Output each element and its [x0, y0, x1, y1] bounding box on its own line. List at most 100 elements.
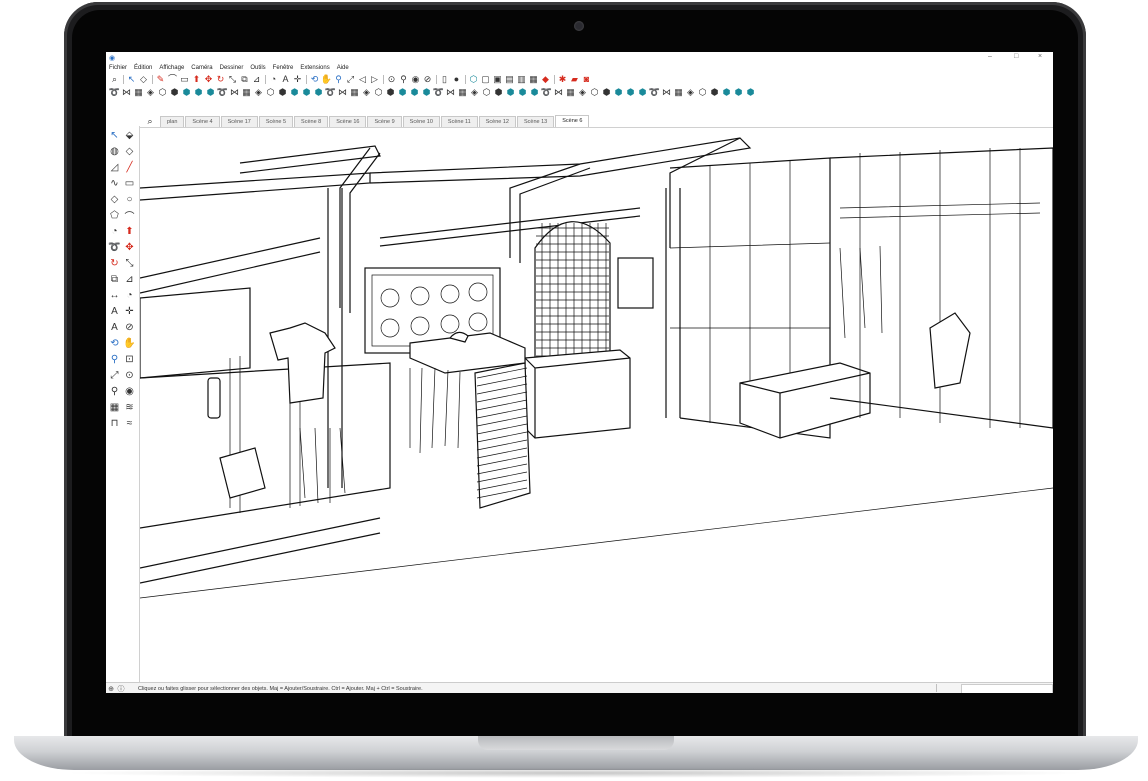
shaded-icon[interactable]: ⬢: [181, 87, 192, 98]
pencil-icon[interactable]: ✎: [155, 74, 166, 85]
hidden-line-icon[interactable]: ⬢: [385, 87, 396, 98]
textured-icon[interactable]: ⬢: [517, 87, 528, 98]
pie-icon[interactable]: ◔: [107, 223, 122, 239]
3d-text-icon[interactable]: A: [107, 319, 122, 335]
menu-aide[interactable]: Aide: [337, 65, 349, 71]
move-icon[interactable]: ✥: [122, 239, 137, 255]
offset-icon[interactable]: ⧉: [239, 74, 250, 85]
textured-icon[interactable]: ⬢: [193, 87, 204, 98]
back-icon[interactable]: ▥: [516, 74, 527, 85]
dimension-icon[interactable]: ↔: [107, 287, 122, 303]
menu-edition[interactable]: Édition: [134, 65, 152, 71]
right-icon[interactable]: ▤: [504, 74, 515, 85]
sandbox-icon[interactable]: ▦: [565, 87, 576, 98]
text-icon[interactable]: A: [280, 74, 291, 85]
intersect-icon[interactable]: ⋈: [661, 87, 672, 98]
menu-dessiner[interactable]: Dessiner: [220, 65, 244, 71]
search-icon[interactable]: ⌕: [140, 116, 160, 127]
follow-me-icon[interactable]: ➰: [541, 87, 552, 98]
xray-icon[interactable]: ◈: [577, 87, 588, 98]
component-icon[interactable]: ⬙: [122, 127, 137, 143]
follow-me-icon[interactable]: ➰: [433, 87, 444, 98]
wireframe-icon[interactable]: ⬡: [157, 87, 168, 98]
axes-icon[interactable]: ✛: [292, 74, 303, 85]
folder-icon[interactable]: ▰: [569, 74, 580, 85]
hidden-line-icon[interactable]: ⬢: [169, 87, 180, 98]
monochrome-icon[interactable]: ⬢: [205, 87, 216, 98]
pan-icon[interactable]: ✋: [321, 74, 332, 85]
hidden-line-icon[interactable]: ⬢: [493, 87, 504, 98]
follow-me-icon[interactable]: ➰: [325, 87, 336, 98]
camera-icon[interactable]: ◙: [581, 74, 592, 85]
orbit-icon[interactable]: ⟲: [107, 335, 122, 351]
orbit-icon[interactable]: ⟲: [309, 74, 320, 85]
eraser-icon[interactable]: ◇: [138, 74, 149, 85]
user-icon[interactable]: ●: [451, 74, 462, 85]
move-icon[interactable]: ✥: [203, 74, 214, 85]
tab-scene-6[interactable]: Scène 6: [555, 115, 590, 127]
intersect-icon[interactable]: ⋈: [553, 87, 564, 98]
shaded-icon[interactable]: ⬢: [505, 87, 516, 98]
zoom-extents-icon[interactable]: ⤢: [107, 367, 122, 383]
monochrome-icon[interactable]: ⬢: [745, 87, 756, 98]
protractor-icon[interactable]: ◔: [122, 287, 137, 303]
zoom-window-icon[interactable]: ⊡: [122, 351, 137, 367]
tape-measure-icon[interactable]: ⊿: [251, 74, 262, 85]
wireframe-icon[interactable]: ⬡: [481, 87, 492, 98]
textured-icon[interactable]: ⬢: [733, 87, 744, 98]
select-icon[interactable]: ↖: [107, 127, 122, 143]
eraser-icon[interactable]: ◇: [122, 143, 137, 159]
measurements-box[interactable]: [961, 684, 1053, 693]
monochrome-icon[interactable]: ⬢: [421, 87, 432, 98]
ruby-icon[interactable]: ◆: [540, 74, 551, 85]
intersect-icon[interactable]: ⋈: [445, 87, 456, 98]
xray-icon[interactable]: ◈: [253, 87, 264, 98]
tab-scene-13[interactable]: Scène 13: [517, 116, 555, 127]
iso-icon[interactable]: ⬡: [468, 74, 479, 85]
zoom-icon[interactable]: ⚲: [107, 351, 122, 367]
tab-scene-16[interactable]: Scène 16: [329, 116, 367, 127]
top-icon[interactable]: ▢: [480, 74, 491, 85]
menu-fichier[interactable]: Fichier: [109, 65, 127, 71]
zoom-extents-icon[interactable]: ⤢: [345, 74, 356, 85]
walk-icon[interactable]: ⚲: [398, 74, 409, 85]
tab-scene-10[interactable]: Scène 10: [402, 116, 440, 127]
line-icon[interactable]: ╱: [122, 159, 137, 175]
left-icon[interactable]: ▦: [528, 74, 539, 85]
push-pull-icon[interactable]: ⬆: [122, 223, 137, 239]
wireframe-icon[interactable]: ⬡: [589, 87, 600, 98]
follow-me-icon[interactable]: ➰: [107, 239, 122, 255]
look-around-icon[interactable]: ◉: [122, 383, 137, 399]
previous-icon[interactable]: ◁: [357, 74, 368, 85]
push-pull-icon[interactable]: ⬆: [191, 74, 202, 85]
wireframe-icon[interactable]: ⬡: [373, 87, 384, 98]
walk-icon[interactable]: ⚲: [107, 383, 122, 399]
search-icon[interactable]: ⌕: [109, 74, 120, 85]
info-icon[interactable]: ⓘ: [116, 684, 126, 694]
menu-extensions[interactable]: Extensions: [300, 65, 329, 71]
tab-plan[interactable]: plan: [160, 116, 185, 127]
section-icon[interactable]: ⊘: [422, 74, 433, 85]
arc-icon[interactable]: ⌒: [122, 207, 137, 223]
shaded-icon[interactable]: ⬢: [721, 87, 732, 98]
monochrome-icon[interactable]: ⬢: [637, 87, 648, 98]
sandbox-icon[interactable]: ▦: [241, 87, 252, 98]
shaded-icon[interactable]: ⬢: [289, 87, 300, 98]
look-around-icon[interactable]: ◉: [410, 74, 421, 85]
rotate-icon[interactable]: ↻: [107, 255, 122, 271]
hidden-line-icon[interactable]: ⬢: [601, 87, 612, 98]
intersect-icon[interactable]: ⋈: [337, 87, 348, 98]
arc-icon[interactable]: ⌒: [167, 74, 178, 85]
sandbox-icon[interactable]: ▦: [349, 87, 360, 98]
geolocation-icon[interactable]: ⊕: [106, 685, 116, 693]
pan-icon[interactable]: ✋: [122, 335, 137, 351]
xray-icon[interactable]: ◈: [469, 87, 480, 98]
tab-scene-8[interactable]: Scène 8: [294, 116, 329, 127]
follow-me-icon[interactable]: ➰: [649, 87, 660, 98]
new-icon[interactable]: ▯: [439, 74, 450, 85]
smoove-icon[interactable]: ≋: [122, 399, 137, 415]
tape-icon[interactable]: ⊿: [122, 271, 137, 287]
front-icon[interactable]: ▣: [492, 74, 503, 85]
drape-icon[interactable]: ≈: [122, 415, 137, 431]
menu-fenetre[interactable]: Fenêtre: [273, 65, 294, 71]
